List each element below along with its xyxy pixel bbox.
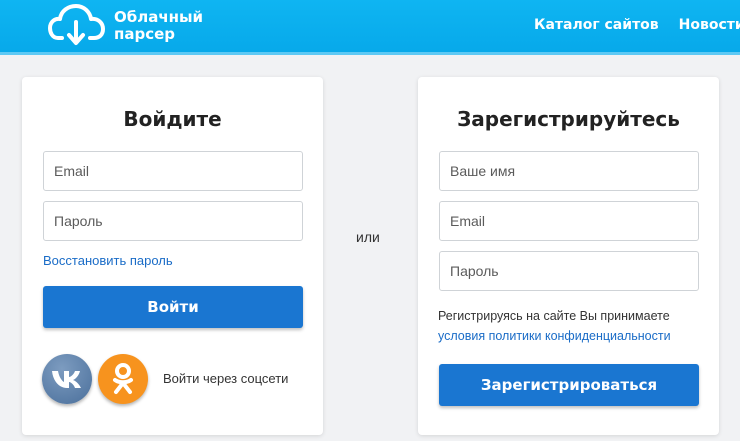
register-email-input[interactable] <box>439 201 699 241</box>
register-title: Зарегистрируйтесь <box>457 107 680 131</box>
nav-catalog-link[interactable]: Каталог сайтов <box>534 17 659 33</box>
or-separator: или <box>356 229 380 245</box>
vk-login-button[interactable] <box>42 354 92 404</box>
restore-password-link[interactable]: Восстановить пароль <box>43 253 173 268</box>
register-password-input[interactable] <box>439 251 699 291</box>
login-title: Войдите <box>123 107 222 131</box>
logo[interactable]: Облачный парсер <box>48 4 224 48</box>
terms-notice: Регистрируясь на сайте Вы принимаете <box>438 309 670 323</box>
register-name-input[interactable] <box>439 151 699 191</box>
site-header: Облачный парсер Каталог сайтов Новости <box>0 0 740 55</box>
terms-text: Регистрируясь на сайте Вы принимаете усл… <box>438 306 708 346</box>
social-login-label: Войти через соцсети <box>163 371 289 386</box>
login-button[interactable]: Войти <box>43 286 303 328</box>
register-button[interactable]: Зарегистрироваться <box>439 364 699 406</box>
odnoklassniki-icon <box>113 363 133 394</box>
login-email-input[interactable] <box>43 151 303 191</box>
ok-login-button[interactable] <box>98 354 148 404</box>
login-card: Войдите Восстановить пароль Войти Войти … <box>22 77 323 435</box>
nav-news-link[interactable]: Новости <box>679 17 740 33</box>
login-password-input[interactable] <box>43 201 303 241</box>
privacy-policy-link[interactable]: условия политики конфиденциальности <box>438 329 671 343</box>
logo-text: Облачный парсер <box>114 8 204 43</box>
register-card: Зарегистрируйтесь Регистрируясь на сайте… <box>418 77 719 435</box>
cloud-download-icon <box>48 4 105 45</box>
vk-icon <box>52 371 81 388</box>
main-nav: Каталог сайтов Новости <box>534 17 740 33</box>
